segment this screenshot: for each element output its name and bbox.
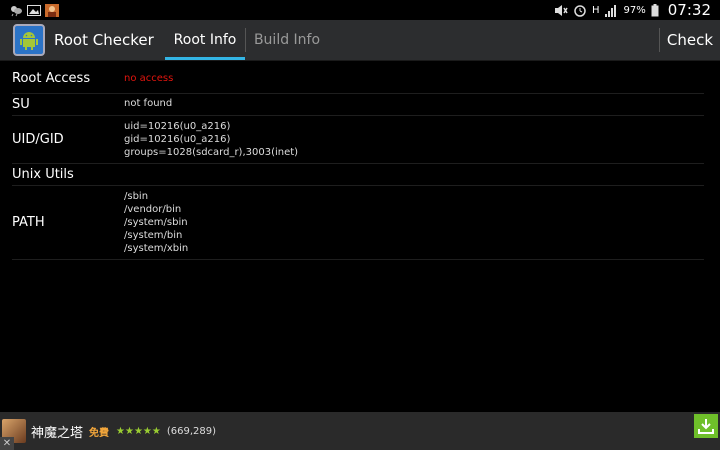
row-value: no access bbox=[124, 64, 173, 85]
value-line: /system/bin bbox=[124, 230, 183, 241]
ad-price-badge: 免費 bbox=[89, 427, 110, 439]
close-icon[interactable]: ✕ bbox=[0, 437, 14, 450]
tab-root-info[interactable]: Root Info bbox=[165, 20, 245, 60]
ad-title[interactable]: 神魔之塔 bbox=[31, 422, 83, 441]
check-button[interactable]: Check bbox=[660, 20, 720, 60]
value-line: /vendor/bin bbox=[124, 204, 182, 215]
mute-icon bbox=[554, 4, 568, 17]
row-su: SU not found bbox=[12, 94, 704, 116]
battery-icon bbox=[651, 3, 659, 17]
ad-review-count: (669,289) bbox=[166, 425, 216, 437]
signal-icon bbox=[604, 4, 619, 17]
status-bar: H 97% 07:32 bbox=[0, 0, 720, 20]
app-title: Root Checker bbox=[54, 31, 154, 49]
value-line: /system/sbin bbox=[124, 217, 188, 228]
star-rating-icon: ★★★★★ bbox=[116, 425, 161, 437]
download-icon[interactable] bbox=[694, 414, 718, 438]
root-info-list: Root Access no access SU not found UID/G… bbox=[0, 64, 720, 260]
row-value: /sbin /vendor/bin /system/sbin /system/b… bbox=[124, 190, 188, 255]
game-notification-icon bbox=[45, 3, 59, 17]
android-app-icon[interactable] bbox=[13, 24, 45, 56]
row-label: Unix Utils bbox=[12, 167, 74, 182]
battery-percent: 97% bbox=[623, 4, 646, 16]
tab-build-info[interactable]: Build Info bbox=[246, 20, 328, 60]
row-unix-utils: Unix Utils bbox=[12, 164, 704, 186]
row-label: SU bbox=[12, 97, 30, 112]
value-line: /sbin bbox=[124, 191, 149, 202]
value-line: uid=10216(u0_a216) bbox=[124, 121, 231, 132]
ad-banner[interactable]: 神魔之塔 免費 ★★★★★ (669,289) ✕ bbox=[0, 412, 720, 450]
value-line: /system/xbin bbox=[124, 243, 189, 254]
network-h-icon: H bbox=[592, 4, 600, 16]
value-line: groups=1028(sdcard_r),3003(inet) bbox=[124, 147, 299, 158]
value-line: not found bbox=[124, 98, 173, 109]
row-label: PATH bbox=[12, 215, 45, 230]
action-bar: Root Checker Root Info Build Info Check bbox=[0, 20, 720, 61]
image-icon bbox=[27, 4, 41, 17]
row-path: PATH /sbin /vendor/bin /system/sbin /sys… bbox=[12, 186, 704, 260]
row-value: not found bbox=[124, 94, 172, 110]
row-label: UID/GID bbox=[12, 132, 64, 147]
clock: 07:32 bbox=[667, 1, 711, 19]
alarm-icon bbox=[573, 4, 587, 17]
row-label: Root Access bbox=[12, 71, 91, 86]
weather-icon bbox=[9, 4, 23, 17]
value-line: no access bbox=[124, 73, 174, 84]
row-uid-gid: UID/GID uid=10216(u0_a216) gid=10216(u0_… bbox=[12, 116, 704, 164]
value-line: gid=10216(u0_a216) bbox=[124, 134, 231, 145]
row-value: uid=10216(u0_a216) gid=10216(u0_a216) gr… bbox=[124, 120, 298, 159]
row-root-access: Root Access no access bbox=[12, 64, 704, 94]
